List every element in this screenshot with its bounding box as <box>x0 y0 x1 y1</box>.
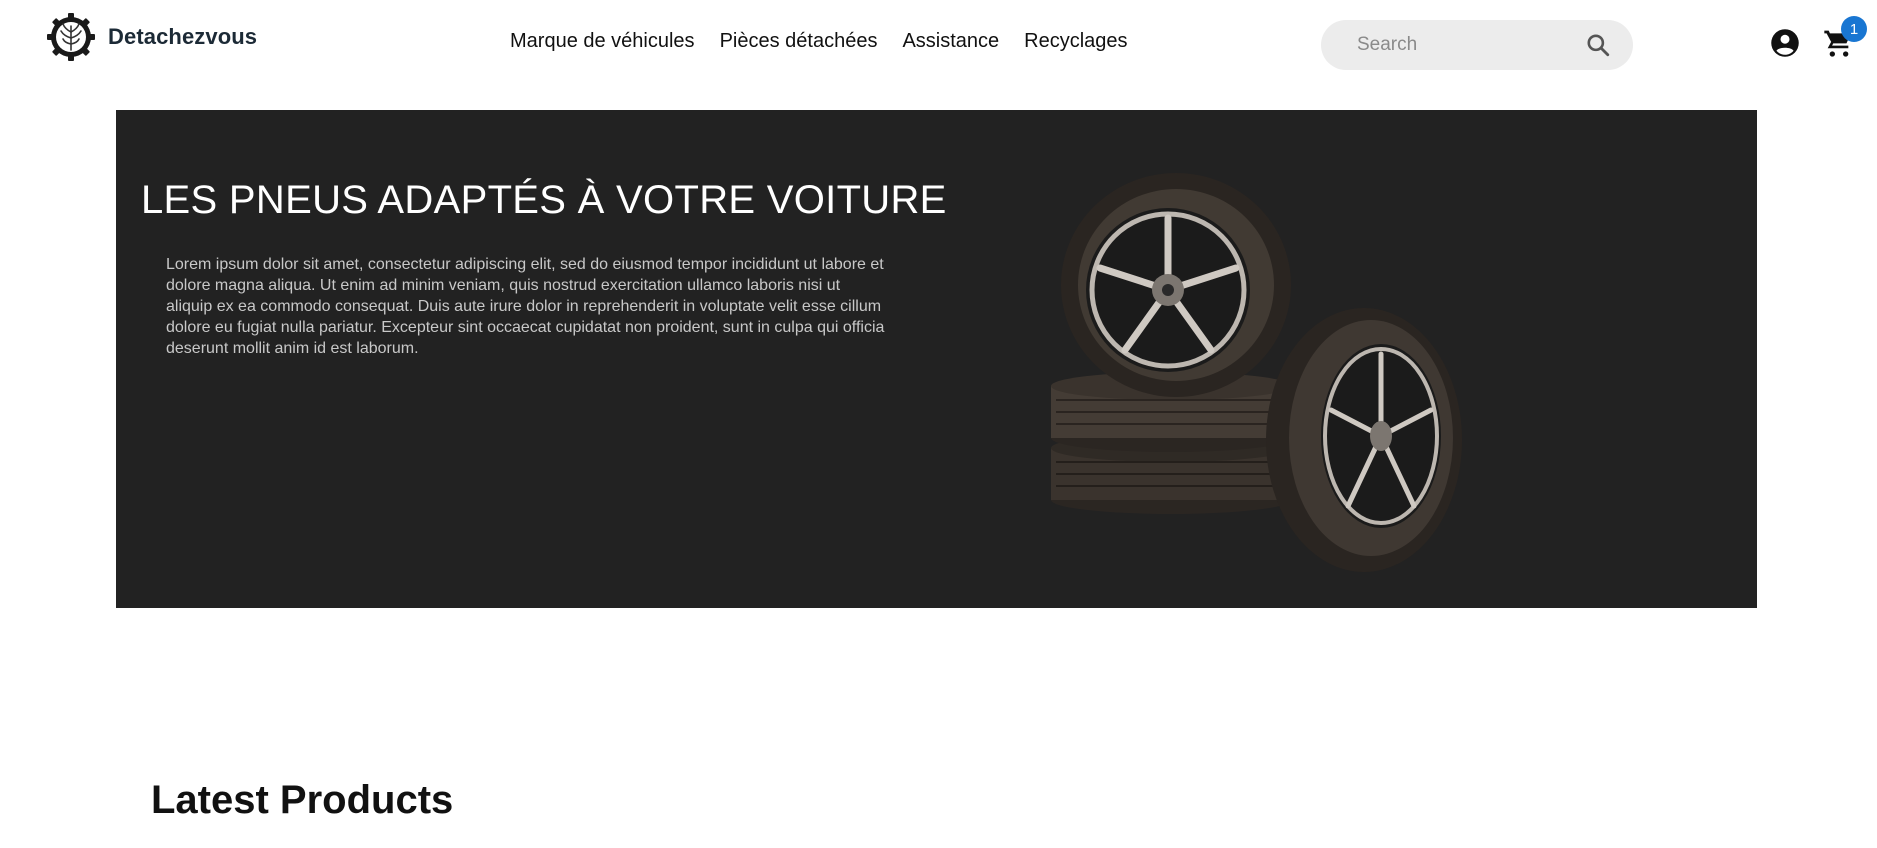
gear-wheat-logo-icon <box>47 13 95 61</box>
hero-banner: LES PNEUS ADAPTÉS À VOTRE VOITURE Lorem … <box>116 110 1757 608</box>
site-header: Detachezvous Marque de véhicules Pièces … <box>0 0 1877 88</box>
hero-title: LES PNEUS ADAPTÉS À VOTRE VOITURE <box>141 178 947 222</box>
search-input[interactable] <box>1357 33 1577 57</box>
tires-image <box>1051 173 1462 572</box>
tire-right <box>1266 308 1462 572</box>
nav-item-assistance[interactable]: Assistance <box>902 30 999 53</box>
nav-item-pieces-detachees[interactable]: Pièces détachées <box>720 30 878 53</box>
nav-item-marque-de-vehicules[interactable]: Marque de véhicules <box>510 30 695 53</box>
account-circle-icon[interactable] <box>1770 28 1800 58</box>
nav-item-recyclages[interactable]: Recyclages <box>1024 30 1127 53</box>
cart-count-badge: 1 <box>1841 16 1867 42</box>
latest-products-heading: Latest Products <box>151 778 454 822</box>
hero-description: Lorem ipsum dolor sit amet, consectetur … <box>166 256 885 357</box>
tire-top <box>1061 173 1291 397</box>
main-nav: Marque de véhicules Pièces détachées Ass… <box>510 30 1153 53</box>
brand[interactable]: Detachezvous <box>46 12 257 62</box>
brand-name: Detachezvous <box>108 24 258 49</box>
search-icon[interactable] <box>1585 32 1611 58</box>
